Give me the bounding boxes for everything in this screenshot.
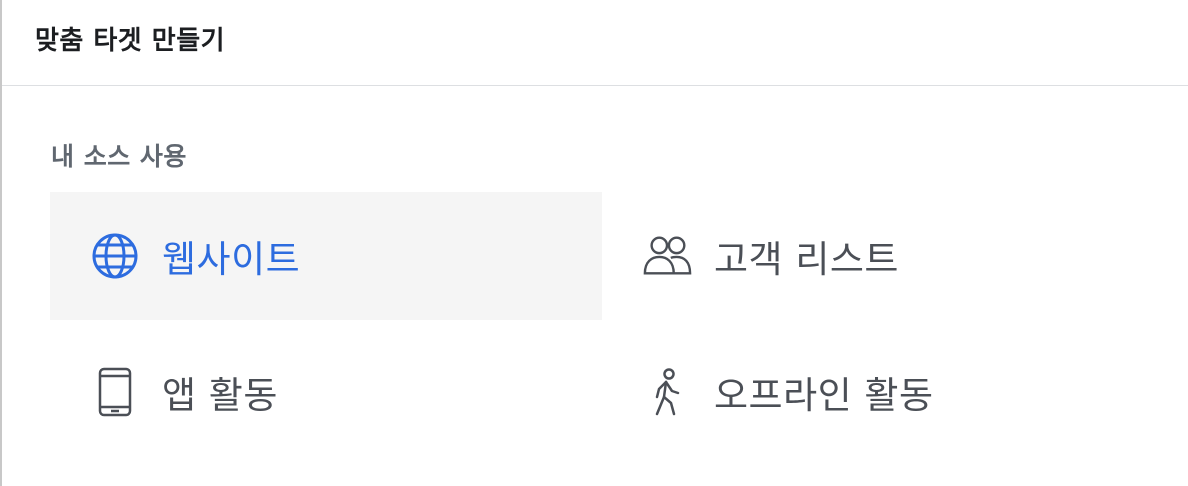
option-app-activity-label: 앱 활동 xyxy=(162,374,278,417)
option-customer-list[interactable]: 고객 리스트 xyxy=(602,192,1154,320)
mobile-phone-icon xyxy=(90,367,140,417)
walking-person-icon xyxy=(642,367,692,417)
custom-audience-dialog: 맞춤 타겟 만들기 내 소스 사용 웹사이트 고객 리스트 앱 활동 오프라인 … xyxy=(0,0,1188,486)
globe-icon xyxy=(90,231,140,281)
option-website[interactable]: 웹사이트 xyxy=(50,192,602,320)
dialog-title: 맞춤 타겟 만들기 xyxy=(35,26,226,56)
option-offline-activity-label: 오프라인 활동 xyxy=(714,374,934,417)
option-offline-activity[interactable]: 오프라인 활동 xyxy=(602,328,1154,456)
section-label: 내 소스 사용 xyxy=(51,142,187,171)
option-app-activity[interactable]: 앱 활동 xyxy=(50,328,602,456)
people-icon xyxy=(642,231,692,281)
dialog-header: 맞춤 타겟 만들기 xyxy=(2,0,1188,86)
option-website-label: 웹사이트 xyxy=(162,238,301,281)
option-customer-list-label: 고객 리스트 xyxy=(714,238,899,281)
